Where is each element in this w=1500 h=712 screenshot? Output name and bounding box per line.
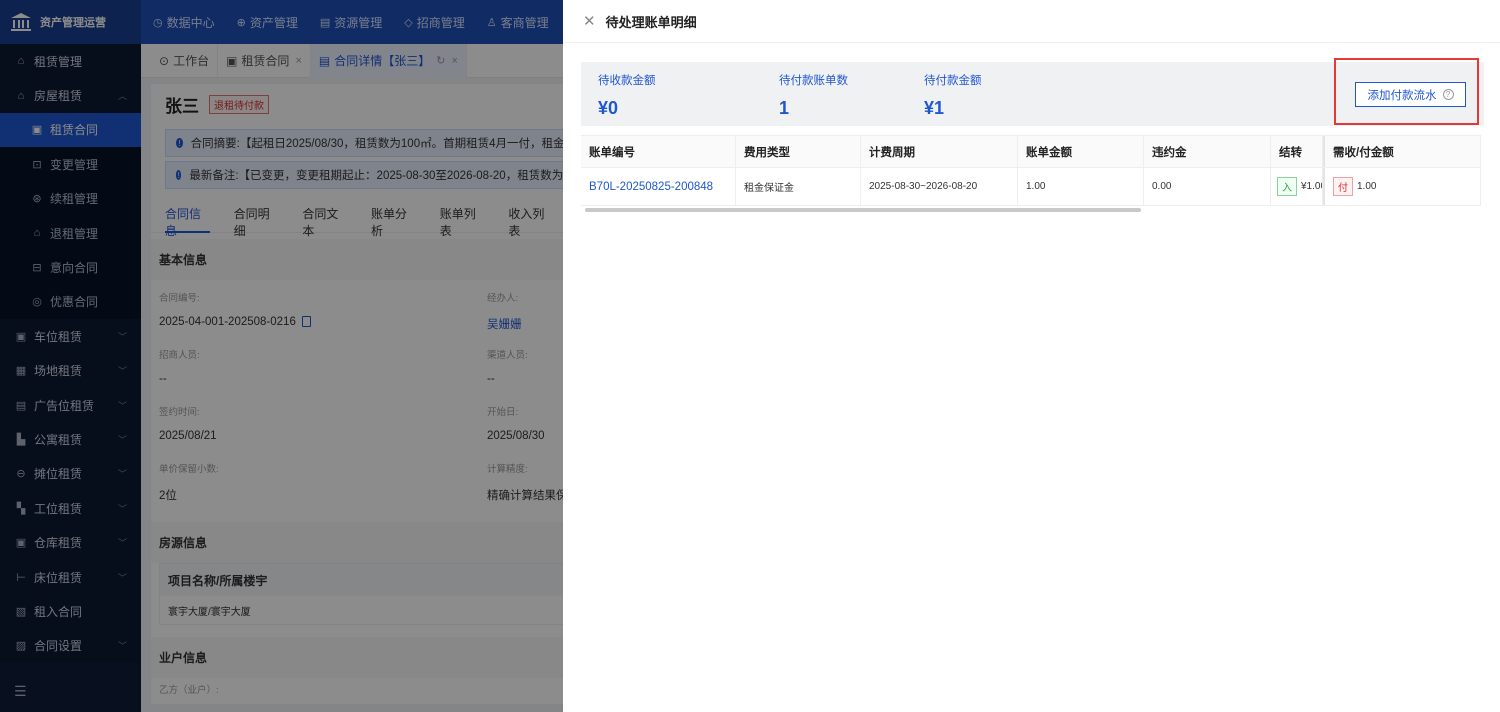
col-due: 需收/付金额	[1323, 136, 1481, 167]
carry-cell: 入¥1.00	[1271, 168, 1323, 205]
col-carry: 结转	[1271, 136, 1323, 167]
amount-cell: 1.00	[1018, 168, 1144, 205]
col-amount: 账单金额	[1018, 136, 1144, 167]
due-cell: 付 1.00	[1323, 168, 1481, 205]
table-row: B70L-20250825-200848 租金保证金 2025-08-30~20…	[581, 168, 1481, 206]
in-tag: 入	[1277, 177, 1297, 196]
horizontal-scrollbar[interactable]	[585, 208, 1141, 212]
col-fee-type: 费用类型	[736, 136, 861, 167]
table-header: 账单编号 费用类型 计费周期 账单金额 违约金 结转 需收/付金额	[581, 136, 1481, 168]
bill-no-link[interactable]: B70L-20250825-200848	[581, 168, 736, 205]
col-bill-no: 账单编号	[581, 136, 736, 167]
highlight-box	[1334, 58, 1479, 125]
drawer-header: ✕ 待处理账单明细	[563, 0, 1500, 43]
col-penalty: 违约金	[1144, 136, 1271, 167]
fee-type-cell: 租金保证金	[736, 168, 861, 205]
drawer-title: 待处理账单明细	[605, 14, 697, 30]
penalty-cell: 0.00	[1144, 168, 1271, 205]
stat-payable-count: 待付款账单数 1	[779, 75, 848, 118]
overlay-mask[interactable]	[0, 0, 563, 712]
pending-bills-drawer: ✕ 待处理账单明细 待收款金额 ¥0 待付款账单数 1 待付款金额 ¥1 添加付…	[563, 0, 1500, 712]
stat-receivable: 待收款金额 ¥0	[598, 75, 656, 118]
period-cell: 2025-08-30~2026-08-20	[861, 168, 1018, 205]
col-period: 计费周期	[861, 136, 1018, 167]
bills-table: 账单编号 费用类型 计费周期 账单金额 违约金 结转 需收/付金额 B70L-2…	[581, 135, 1481, 206]
pay-tag: 付	[1333, 177, 1353, 196]
close-icon[interactable]: ✕	[583, 12, 596, 30]
stat-payable-amount: 待付款金额 ¥1	[924, 75, 982, 118]
